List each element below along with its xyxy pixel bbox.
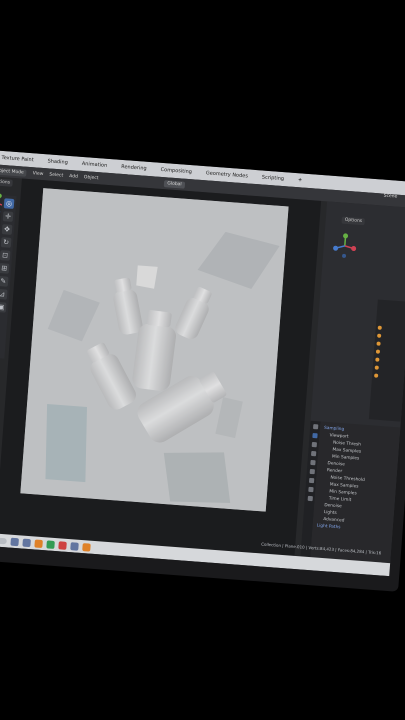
transform-orientation-select[interactable]: Global xyxy=(164,179,185,189)
tab-compositing[interactable]: Compositing xyxy=(158,167,194,176)
menu-object[interactable]: Object xyxy=(84,175,99,181)
rotate-icon[interactable]: ↻ xyxy=(0,237,12,248)
add-cube-icon[interactable]: ▣ xyxy=(0,301,7,313)
tool-tab-icon[interactable] xyxy=(312,423,318,430)
taskbar-app-icon[interactable] xyxy=(34,538,43,548)
navigation-gizmo-right[interactable] xyxy=(331,232,359,260)
move-icon[interactable]: ✥ xyxy=(1,224,13,235)
taskbar-app-icon[interactable] xyxy=(46,539,55,549)
camera-render-frame xyxy=(20,188,289,512)
options-button-left[interactable]: Options xyxy=(0,178,14,187)
mode-select[interactable]: Object Mode xyxy=(0,166,28,177)
tab-geometry-nodes[interactable]: Geometry Nodes xyxy=(204,170,251,179)
card-white-top xyxy=(136,265,158,289)
tab-rendering[interactable]: Rendering xyxy=(119,164,149,172)
tab-animation[interactable]: Animation xyxy=(80,161,110,169)
menu-select[interactable]: Select xyxy=(49,172,63,178)
annotate-icon[interactable]: ✎ xyxy=(0,275,9,287)
monitor: Texture Paint Shading Animation Renderin… xyxy=(0,150,405,592)
world-tab-icon[interactable] xyxy=(309,468,315,475)
scene-tab-icon[interactable] xyxy=(309,459,316,466)
tab-shading[interactable]: Shading xyxy=(45,158,70,166)
add-workspace-button[interactable]: + xyxy=(296,177,305,184)
card-blue-bottom-left xyxy=(45,403,88,483)
measure-icon[interactable]: ⊿ xyxy=(0,288,8,300)
object-tab-icon[interactable] xyxy=(308,477,314,484)
taskbar-app-icon[interactable] xyxy=(58,540,67,550)
scale-icon[interactable]: ⊡ xyxy=(0,250,11,261)
photo-scene: Texture Paint Shading Animation Renderin… xyxy=(0,0,405,720)
material-tab-icon[interactable] xyxy=(307,495,313,502)
menu-add[interactable]: Add xyxy=(69,174,78,180)
view-layer-tab-icon[interactable] xyxy=(310,450,316,457)
tab-scripting[interactable]: Scripting xyxy=(260,174,287,182)
taskbar-app-icon[interactable] xyxy=(70,541,79,551)
modifier-tab-icon[interactable] xyxy=(307,486,314,493)
select-box-icon[interactable]: ◎ xyxy=(3,198,15,209)
tab-texture-paint[interactable]: Texture Paint xyxy=(0,155,36,164)
blender-taskbar-icon[interactable] xyxy=(82,542,91,552)
screen: Texture Paint Shading Animation Renderin… xyxy=(0,150,405,577)
transform-icon[interactable]: ⊞ xyxy=(0,263,10,274)
cursor-icon[interactable]: ✛ xyxy=(2,211,14,222)
output-tab-icon[interactable] xyxy=(311,441,317,448)
taskbar-app-icon[interactable] xyxy=(10,537,20,546)
scene-selector[interactable]: Scene xyxy=(383,194,397,200)
taskbar-app-icon[interactable] xyxy=(22,538,31,547)
card-grey-bottom xyxy=(163,452,231,504)
render-tab-icon[interactable] xyxy=(311,432,318,439)
menu-view[interactable]: View xyxy=(33,171,44,177)
taskbar-search[interactable] xyxy=(0,535,7,544)
